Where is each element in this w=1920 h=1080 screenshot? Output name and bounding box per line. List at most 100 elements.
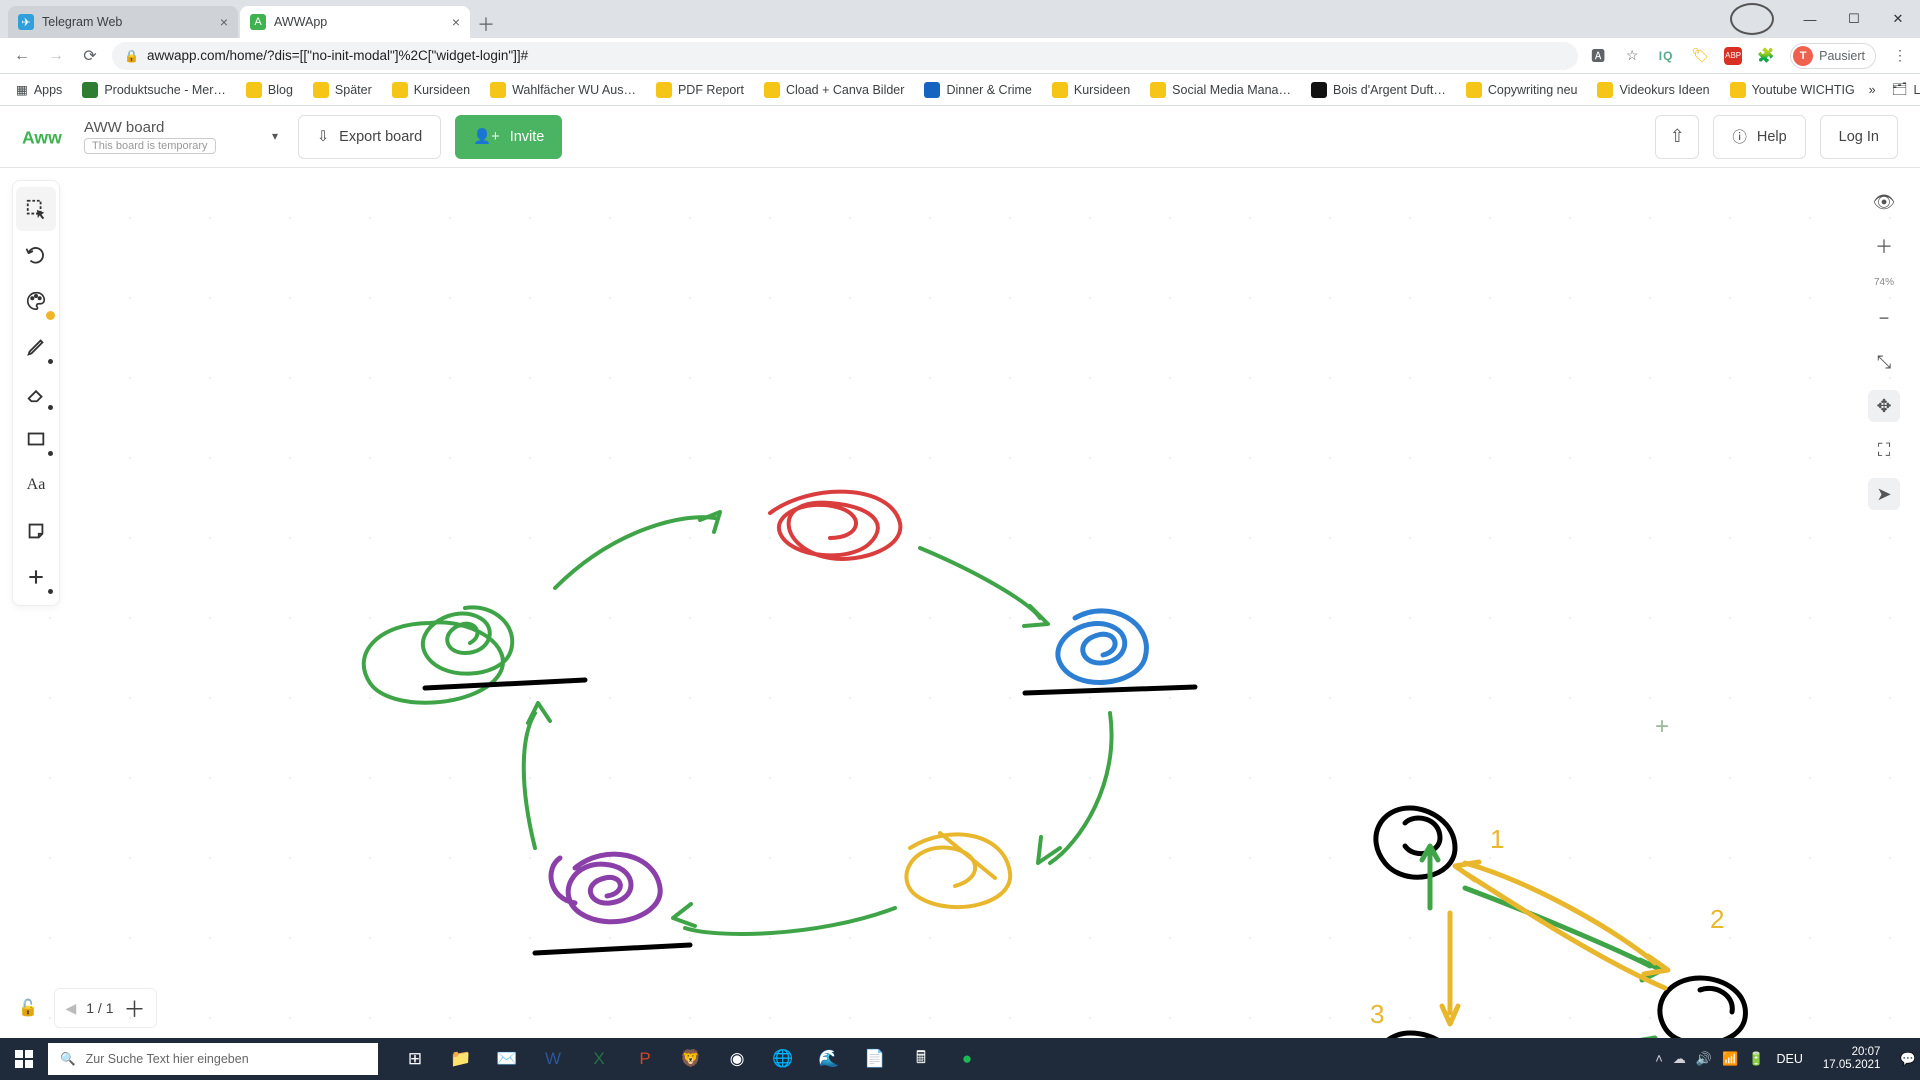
minimize-icon[interactable]: — [1788, 3, 1832, 35]
obs-icon[interactable]: ◉ [714, 1038, 760, 1080]
bookmark-item[interactable]: Cload + Canva Bilder [758, 82, 910, 98]
export-label: Export board [339, 129, 422, 145]
notifications-icon[interactable]: 💬 [1900, 1052, 1916, 1067]
board-name-dropdown[interactable]: AWW board This board is temporary ▾ [84, 119, 284, 154]
bookmark-item[interactable]: Kursideen [1046, 82, 1136, 98]
new-tab-button[interactable]: ＋ [472, 10, 500, 38]
bookmark-label: Videokurs Ideen [1619, 83, 1709, 97]
forward-icon[interactable]: → [44, 44, 68, 68]
brave-icon[interactable]: 🦁 [668, 1038, 714, 1080]
bookmark-favicon [1052, 82, 1068, 98]
bookmark-item[interactable]: Videokurs Ideen [1591, 82, 1715, 98]
url-field[interactable]: 🔒 awwapp.com/home/?dis=[["no-init-modal"… [112, 42, 1578, 70]
bookmark-favicon [764, 82, 780, 98]
chrome-icon[interactable]: 🌐 [760, 1038, 806, 1080]
bookmarks-overflow-icon[interactable]: » [1869, 83, 1876, 97]
add-page-button[interactable]: ＋ [124, 992, 146, 1024]
page-total: 1 [106, 1000, 114, 1016]
wifi-icon[interactable]: 📶 [1722, 1051, 1738, 1067]
bookmark-item[interactable]: Wahlfächer WU Aus… [484, 82, 642, 98]
volume-icon[interactable]: 🔊 [1696, 1051, 1712, 1067]
calculator-icon[interactable]: 🖩 [898, 1038, 944, 1080]
mail-icon[interactable]: ✉️ [484, 1038, 530, 1080]
tab-title: Telegram Web [42, 15, 122, 29]
bookmark-item[interactable]: Blog [240, 82, 299, 98]
whiteboard-canvas[interactable]: Aa 👁 ＋ 74% − ⤡ ✥ ⛶ ➤ + [0, 168, 1920, 1038]
help-button[interactable]: ⓘ Help [1713, 115, 1805, 159]
reading-list-button[interactable]: 🗂 Leseliste [1886, 82, 1920, 97]
battery-icon[interactable]: 🔋 [1748, 1051, 1764, 1067]
upvote-icon: ⇧ [1670, 126, 1685, 147]
iq-extension-icon[interactable]: IQ [1656, 46, 1676, 66]
bookmark-item[interactable]: Social Media Mana… [1144, 82, 1297, 98]
bookmark-item[interactable]: Bois d'Argent Duft… [1305, 82, 1452, 98]
extensions-puzzle-icon[interactable]: 🧩 [1756, 46, 1776, 66]
bookmark-item[interactable]: Produktsuche - Mer… [76, 82, 232, 98]
board-temporary-badge: This board is temporary [84, 138, 216, 154]
svg-text:Aww: Aww [22, 127, 62, 147]
back-icon[interactable]: ← [10, 44, 34, 68]
bookmark-label: Dinner & Crime [946, 83, 1031, 97]
bookmark-label: Youtube WICHTIG [1752, 83, 1855, 97]
bookmark-item[interactable]: PDF Report [650, 82, 750, 98]
task-view-icon[interactable]: ⊞ [392, 1038, 438, 1080]
bookmark-favicon [1730, 82, 1746, 98]
app-logo[interactable]: Aww [22, 121, 70, 153]
bookmark-item[interactable]: Dinner & Crime [918, 82, 1037, 98]
taskbar-tray: ˄ ☁ 🔊 📶 🔋 DEU 20:07 17.05.2021 💬 [1655, 1046, 1920, 1072]
kebab-menu-icon[interactable]: ⋮ [1890, 46, 1910, 66]
close-icon[interactable]: × [452, 14, 460, 30]
bookmark-favicon [392, 82, 408, 98]
browser-tab-awwapp[interactable]: A AWWApp × [240, 6, 470, 38]
window-controls: — ☐ ✕ [1730, 0, 1920, 38]
bookmark-item[interactable]: Youtube WICHTIG [1724, 82, 1861, 98]
browser-tab-telegram[interactable]: ✈ Telegram Web × [8, 6, 238, 38]
onedrive-icon[interactable]: ☁ [1673, 1051, 1686, 1067]
taskbar-search[interactable]: 🔍 Zur Suche Text hier eingeben [48, 1043, 378, 1075]
clock-date: 17.05.2021 [1823, 1059, 1881, 1072]
bookmark-label: Kursideen [414, 83, 470, 97]
maximize-icon[interactable]: ☐ [1832, 3, 1876, 35]
abp-extension-icon[interactable]: ABP [1724, 47, 1742, 65]
reload-icon[interactable]: ⟳ [78, 44, 102, 68]
notepad-icon[interactable]: 📄 [852, 1038, 898, 1080]
extension-price-icon[interactable]: 🏷 [1690, 46, 1710, 66]
spotify-icon[interactable]: ● [944, 1038, 990, 1080]
upvote-button[interactable]: ⇧ [1655, 115, 1699, 159]
file-explorer-icon[interactable]: 📁 [438, 1038, 484, 1080]
profile-label: Pausiert [1819, 49, 1865, 63]
app-header: Aww AWW board This board is temporary ▾ … [0, 106, 1920, 168]
lock-board-button[interactable]: 🔓 [12, 992, 44, 1024]
bookmark-item[interactable]: Kursideen [386, 82, 476, 98]
export-board-button[interactable]: ⇩ Export board [298, 115, 441, 159]
edge-icon[interactable]: 🌊 [806, 1038, 852, 1080]
account-indicator-icon[interactable] [1730, 3, 1774, 35]
bookmark-item[interactable]: Copywriting neu [1460, 82, 1584, 98]
language-indicator[interactable]: DEU [1776, 1052, 1802, 1066]
clock-time: 20:07 [1823, 1046, 1881, 1059]
browser-address-bar: ← → ⟳ 🔒 awwapp.com/home/?dis=[["no-init-… [0, 38, 1920, 74]
taskbar-clock[interactable]: 20:07 17.05.2021 [1815, 1046, 1889, 1072]
close-icon[interactable]: × [220, 14, 228, 30]
profile-chip[interactable]: T Pausiert [1790, 43, 1876, 69]
reading-list-icon: 🗂 [1892, 82, 1908, 97]
apps-button[interactable]: ▦ Apps [10, 82, 68, 97]
bookmark-item[interactable]: Später [307, 82, 378, 98]
apps-grid-icon: ▦ [16, 82, 28, 97]
star-icon[interactable]: ☆ [1622, 46, 1642, 66]
bookmark-label: Produktsuche - Mer… [104, 83, 226, 97]
page-indicator: 1 / 1 [86, 1000, 113, 1016]
tray-chevron-icon[interactable]: ˄ [1655, 1051, 1663, 1067]
prev-page-button[interactable]: ◀ [65, 1000, 76, 1017]
login-button[interactable]: Log In [1820, 115, 1898, 159]
close-window-icon[interactable]: ✕ [1876, 3, 1920, 35]
start-button[interactable] [0, 1038, 48, 1080]
annotation-3: 3 [1370, 999, 1384, 1029]
invite-button[interactable]: 👤+ Invite [455, 115, 562, 159]
excel-icon[interactable]: X [576, 1038, 622, 1080]
bookmark-label: Kursideen [1074, 83, 1130, 97]
word-icon[interactable]: W [530, 1038, 576, 1080]
powerpoint-icon[interactable]: P [622, 1038, 668, 1080]
translate-icon[interactable]: 🅰 [1588, 46, 1608, 66]
page-navigator: 🔓 ◀ 1 / 1 ＋ [12, 988, 157, 1028]
